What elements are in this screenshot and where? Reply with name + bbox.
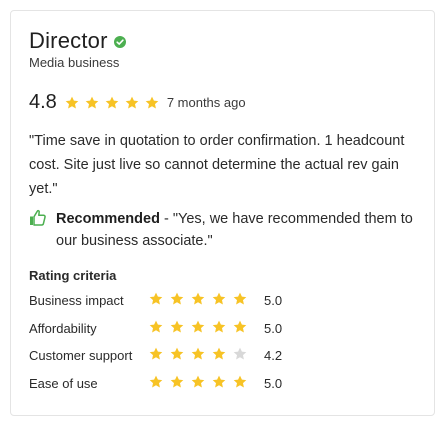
star-icon (149, 347, 163, 360)
star-icon (85, 96, 99, 108)
star-icon (65, 96, 79, 108)
verified-check-icon (113, 36, 126, 48)
star-icon (212, 375, 226, 388)
star-icon (233, 347, 247, 360)
star-icon (145, 96, 159, 108)
criteria-stars (149, 375, 254, 389)
criteria-stars (149, 320, 254, 334)
star-icon (212, 320, 226, 333)
star-icon (191, 320, 205, 333)
star-icon (170, 292, 184, 305)
criteria-row-affordability: Affordability 5.0 (29, 318, 329, 338)
thumbs-up-icon (30, 209, 46, 226)
star-icon (170, 375, 184, 388)
overall-rating-value: 4.8 (29, 91, 57, 113)
recommended-label: Recommended (56, 211, 160, 227)
criteria-stars (149, 347, 254, 361)
criteria-label: Business impact (29, 293, 124, 308)
criteria-row-customer-support: Customer support 4.2 (29, 345, 329, 365)
reviewer-header: Director (29, 28, 126, 54)
rating-criteria-heading: Rating criteria (29, 268, 117, 283)
criteria-label: Affordability (29, 321, 97, 336)
criteria-label: Ease of use (29, 376, 98, 391)
star-icon (170, 320, 184, 333)
criteria-score: 5.0 (264, 321, 283, 336)
overall-stars (65, 96, 165, 110)
star-icon (105, 96, 119, 108)
star-icon (233, 375, 247, 388)
review-quote: "Time save in quotation to order confirm… (29, 133, 405, 197)
criteria-row-business-impact: Business impact 5.0 (29, 290, 329, 310)
star-icon (170, 347, 184, 360)
recommendation: Recommended - "Yes, we have recommended … (29, 208, 424, 252)
reviewer-company: Media business (29, 55, 120, 70)
star-icon (191, 375, 205, 388)
criteria-score: 5.0 (264, 293, 283, 308)
criteria-stars (149, 292, 254, 306)
criteria-row-ease-of-use: Ease of use 5.0 (29, 373, 329, 393)
star-icon (191, 347, 205, 360)
star-icon (125, 96, 139, 108)
star-icon (149, 292, 163, 305)
star-icon (233, 320, 247, 333)
overall-rating-row: 4.8 7 months ago (29, 91, 246, 114)
criteria-label: Customer support (29, 348, 133, 363)
review-time-ago: 7 months ago (166, 95, 246, 110)
star-icon (212, 347, 226, 360)
star-icon (149, 375, 163, 388)
star-icon (233, 292, 247, 305)
star-icon (191, 292, 205, 305)
star-icon (149, 320, 163, 333)
review-card: Director Media business 4.8 7 months ago… (10, 10, 435, 416)
criteria-score: 4.2 (264, 348, 283, 363)
criteria-score: 5.0 (264, 376, 283, 391)
star-icon (212, 292, 226, 305)
reviewer-title: Director (29, 28, 108, 53)
recommendation-text: Recommended - "Yes, we have recommended … (56, 208, 424, 252)
